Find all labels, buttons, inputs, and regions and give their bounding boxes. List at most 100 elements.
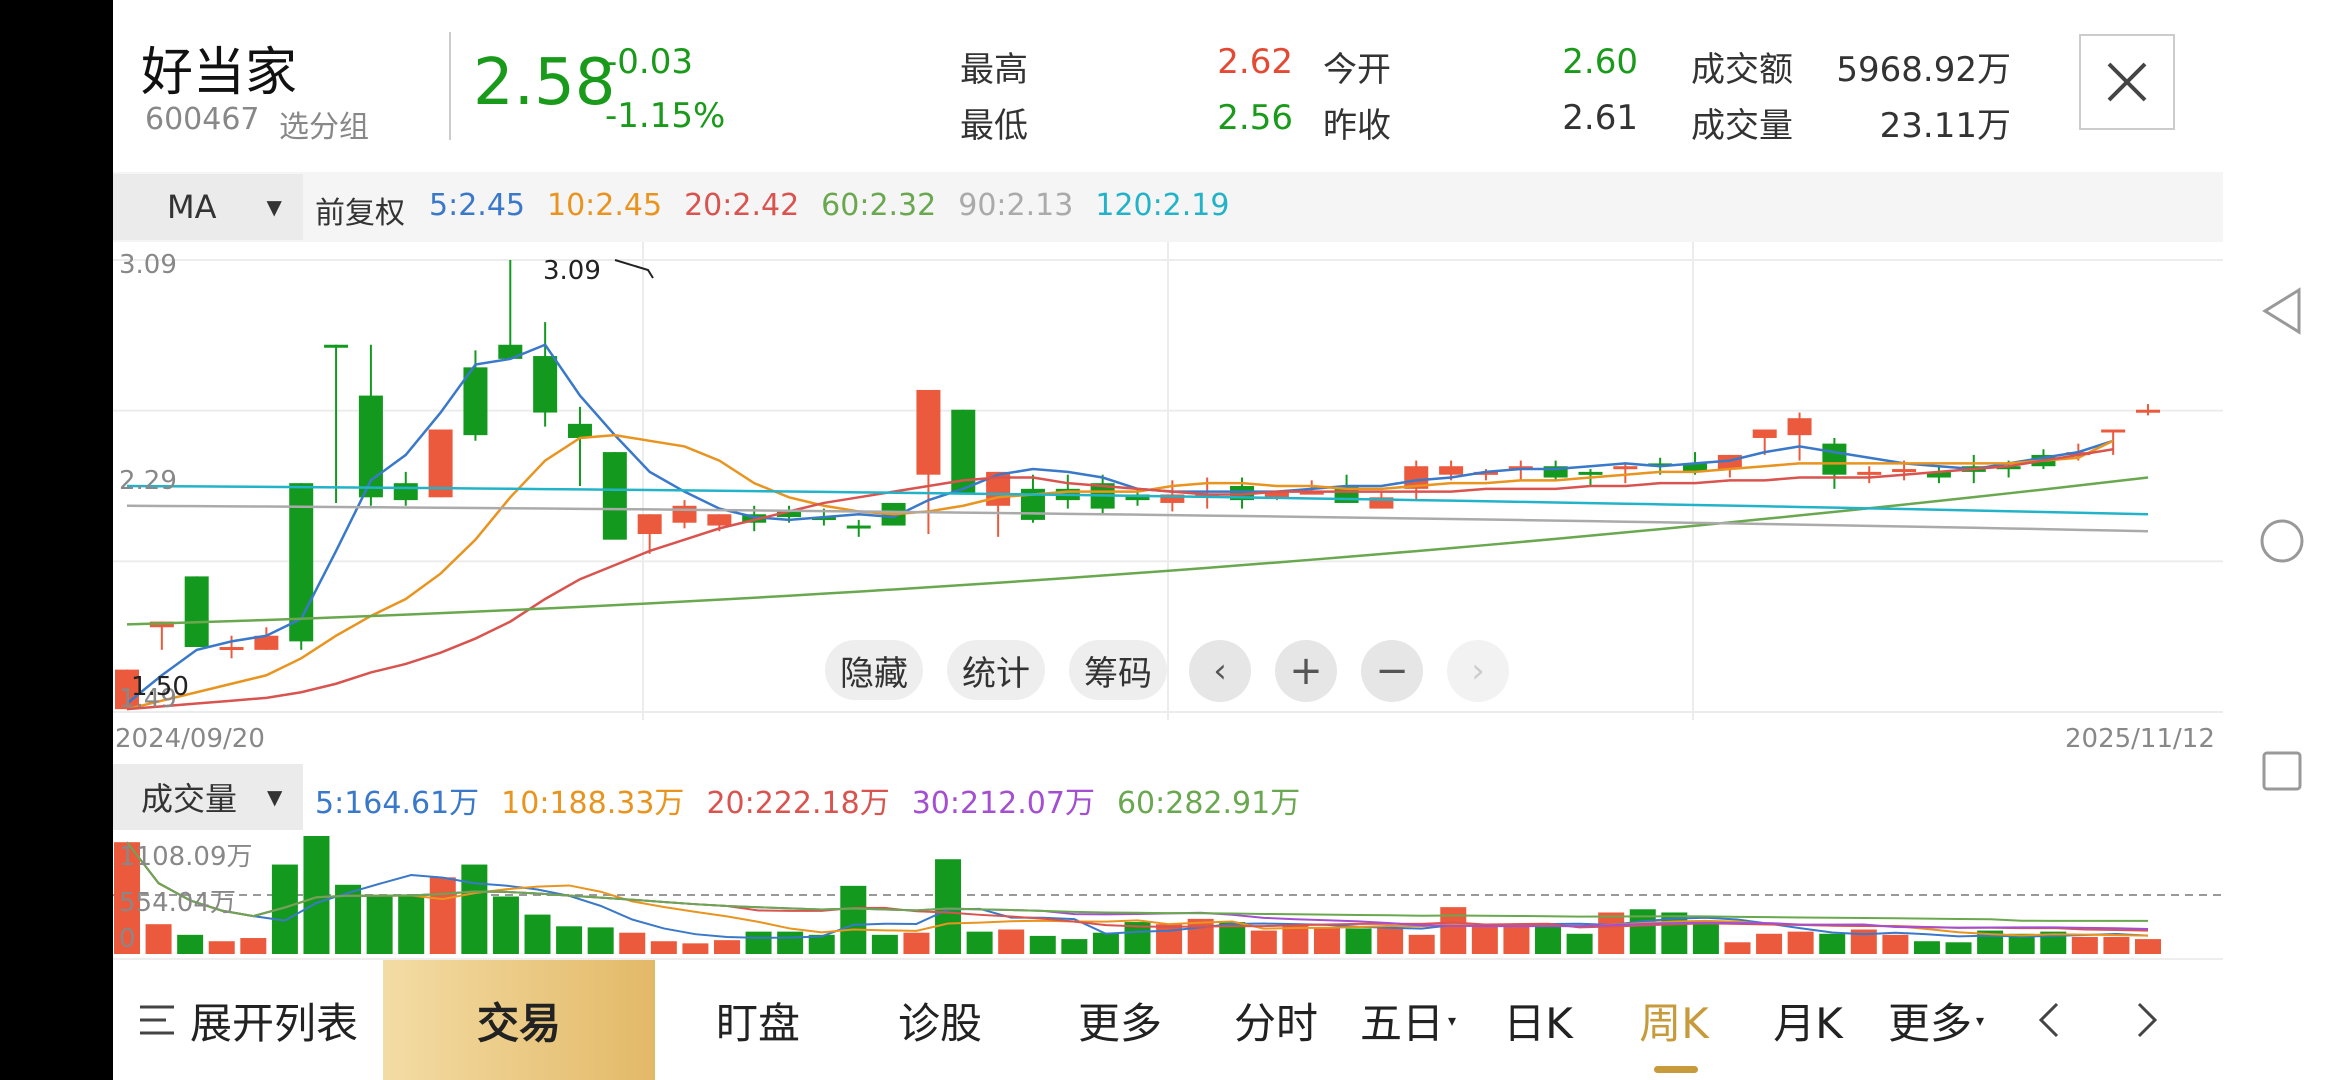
- group-select-link[interactable]: 选分组: [279, 102, 369, 146]
- scroll-right-button[interactable]: ›: [1447, 640, 1509, 702]
- candle: [846, 519, 871, 537]
- low-label: 最低: [960, 106, 1028, 146]
- volume-bar: [650, 941, 677, 954]
- prev-close-label: 昨收: [1323, 106, 1391, 146]
- watch-tab-label: 盯盘: [715, 998, 800, 1048]
- volume-axis-zero: 0: [119, 924, 136, 954]
- indicator-select-label: MA: [167, 188, 217, 226]
- intraday-tab[interactable]: 分时: [1211, 960, 1341, 1080]
- zoom-out-button[interactable]: −: [1361, 640, 1423, 702]
- volume-bar: [1913, 941, 1940, 954]
- back-icon[interactable]: [2261, 286, 2303, 336]
- prev-period-button[interactable]: [2013, 960, 2083, 1080]
- chevron-right-icon: [2137, 1002, 2158, 1038]
- volume-bar: [808, 934, 835, 954]
- volume-bar: [208, 941, 235, 954]
- active-tab-indicator: [1654, 1066, 1698, 1073]
- daily-k-tab-label: 日K: [1503, 998, 1573, 1048]
- candle: [533, 322, 558, 427]
- volume-bar: [777, 931, 804, 954]
- price-change: -0.03: [605, 42, 693, 82]
- candle: [1926, 466, 1951, 484]
- more-period-tab-label: 更多: [1887, 998, 1972, 1048]
- volume-bar: [1503, 926, 1530, 954]
- indicator-select[interactable]: MA ▼: [113, 174, 303, 240]
- volume-bar: [745, 931, 772, 954]
- volume-label: 成交量: [1691, 106, 1793, 146]
- adjust-mode[interactable]: 前复权: [315, 188, 405, 232]
- candle: [149, 621, 174, 650]
- candle: [1857, 466, 1882, 484]
- volume-bar: [1598, 912, 1625, 954]
- diagnose-tab[interactable]: 诊股: [865, 960, 1015, 1080]
- candle: [324, 344, 349, 503]
- axis-top-label: 3.09: [119, 250, 177, 280]
- volume-axis-top: 1108.09万: [119, 842, 253, 872]
- stock-code: 600467: [145, 102, 260, 137]
- list-icon: [139, 1005, 174, 1035]
- scroll-left-button[interactable]: ‹: [1189, 640, 1251, 702]
- date-end: 2025/11/12: [2065, 724, 2215, 754]
- volume-bar: [1756, 933, 1783, 954]
- volume-bar: [1156, 924, 1183, 954]
- five-day-tab[interactable]: 五日 ▾: [1343, 960, 1473, 1080]
- volume-chart[interactable]: [113, 832, 2223, 956]
- hide-button-label: 隐藏: [840, 653, 908, 694]
- volume-bar: [366, 895, 393, 954]
- volume-bar: [2135, 939, 2161, 954]
- candle: [184, 576, 209, 648]
- daily-k-tab[interactable]: 日K: [1473, 960, 1603, 1080]
- monthly-k-tab[interactable]: 月K: [1743, 960, 1873, 1080]
- volume-bar: [1061, 939, 1088, 954]
- volume-bar: [1471, 926, 1498, 954]
- more-tab[interactable]: 更多: [1045, 960, 1195, 1080]
- price-change-pct: -1.15%: [605, 96, 726, 136]
- caret-down-icon: ▾: [1447, 1010, 1457, 1030]
- expand-list-button[interactable]: 展开列表: [133, 960, 363, 1080]
- ma-legend: 5:2.45 10:2.45 20:2.42 60:2.32 90:2.13 120:2.…: [429, 188, 1251, 223]
- dropdown-caret-icon: ▼: [267, 785, 283, 809]
- volume-bar: [2071, 936, 2098, 954]
- min-price-marker: 1.50: [131, 672, 189, 702]
- more-tab-label: 更多: [1077, 998, 1162, 1048]
- trade-button[interactable]: 交易: [383, 960, 655, 1080]
- zoom-in-button[interactable]: +: [1275, 640, 1337, 702]
- kline-chart[interactable]: [113, 242, 2223, 720]
- watch-tab[interactable]: 盯盘: [683, 960, 833, 1080]
- home-icon[interactable]: [2259, 518, 2305, 564]
- stats-button[interactable]: 统计: [947, 640, 1045, 700]
- stock-name: 好当家: [141, 43, 298, 103]
- volume-indicator-select[interactable]: 成交量 ▼: [113, 764, 303, 830]
- volume-ma-legend-item-1: 10:188.33万: [501, 786, 685, 821]
- weekly-k-tab[interactable]: 周K: [1609, 960, 1739, 1080]
- volume-bar: [556, 926, 583, 954]
- close-button[interactable]: [2079, 34, 2175, 130]
- candle: [498, 260, 523, 359]
- more-period-tab[interactable]: 更多 ▾: [1871, 960, 2001, 1080]
- candle: [1543, 460, 1568, 481]
- high-value: 2.62: [1217, 42, 1293, 82]
- chevron-left-icon: ‹: [1213, 651, 1227, 691]
- next-period-button[interactable]: [2113, 960, 2183, 1080]
- volume-bar: [1345, 928, 1372, 954]
- axis-mid-label: 2.29: [119, 466, 177, 496]
- minus-icon: −: [1375, 648, 1409, 694]
- volume-bar: [1250, 930, 1277, 954]
- volume-bar: [903, 932, 930, 954]
- volume-value: 23.11万: [1879, 106, 2011, 146]
- system-nav-bar: [2223, 0, 2340, 1080]
- volume-bar: [840, 885, 867, 954]
- chips-button[interactable]: 筹码: [1069, 640, 1167, 700]
- volume-bar: [1945, 942, 1972, 954]
- current-price: 2.58: [473, 46, 616, 120]
- stock-app: 好当家 600467 选分组 2.58 -0.03 -1.15% 最高 2.62…: [113, 0, 2223, 1080]
- hide-button[interactable]: 隐藏: [825, 640, 923, 700]
- volume-bar: [1092, 932, 1119, 954]
- header-divider: [449, 32, 451, 140]
- ma-legend-item-2: 20:2.42: [684, 188, 800, 223]
- volume-ma-legend: 5:164.61万 10:188.33万 20:222.18万 30:212.07万 6…: [315, 778, 1322, 822]
- volume-bar: [303, 836, 330, 954]
- close-icon: [2107, 62, 2147, 102]
- stats-button-label: 统计: [962, 653, 1030, 694]
- recents-icon[interactable]: [2261, 750, 2303, 792]
